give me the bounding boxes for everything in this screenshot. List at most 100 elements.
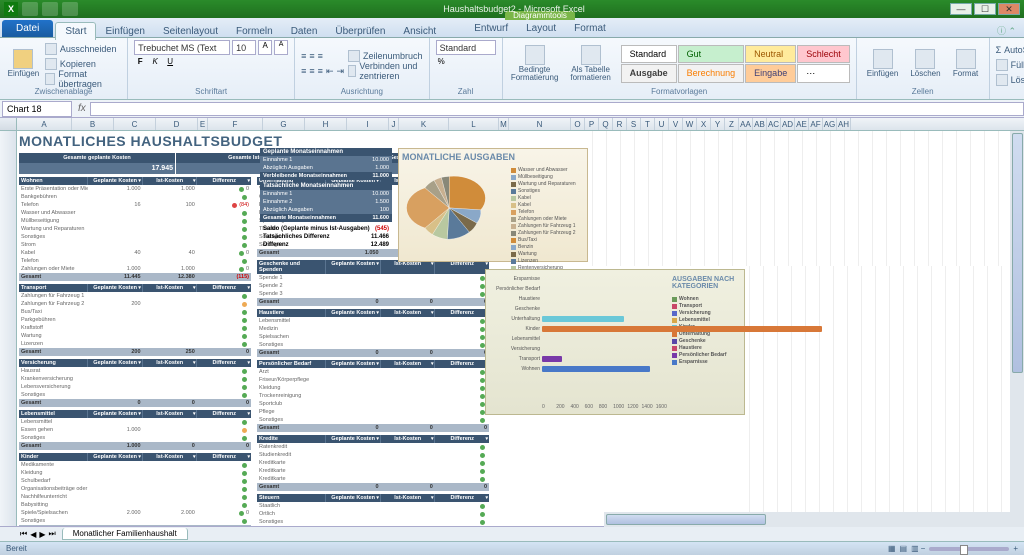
align-mid-icon[interactable]: ≡ (309, 51, 314, 61)
column-header[interactable]: H (305, 118, 347, 130)
view-normal-icon[interactable]: ▦ (888, 544, 896, 553)
table-row[interactable]: Spiele/Spielsachen2.0002.0000 (19, 509, 251, 517)
column-header[interactable]: A (17, 118, 72, 130)
table-row[interactable]: Krankenversicherung (19, 375, 251, 383)
dropdown-icon[interactable]: Differenz (434, 494, 489, 502)
table-row[interactable]: Sonstiges (257, 416, 489, 424)
table-row[interactable]: Medikamente (19, 461, 251, 469)
column-header[interactable]: B (72, 118, 114, 130)
style-neutral[interactable]: Neutral (745, 45, 796, 63)
column-header[interactable]: I (347, 118, 389, 130)
column-header[interactable]: AH (837, 118, 851, 130)
style-standard[interactable]: Standard (621, 45, 677, 63)
column-header[interactable]: C (114, 118, 156, 130)
select-all-corner[interactable] (0, 118, 17, 130)
underline-button[interactable]: U (164, 57, 176, 66)
font-name-select[interactable]: Trebuchet MS (Text (134, 40, 230, 55)
column-header[interactable]: AG (823, 118, 837, 130)
table-row[interactable]: Parkgebühren (19, 316, 251, 324)
dropdown-icon[interactable]: Geplante Kosten (325, 360, 380, 368)
table-row[interactable]: Sonstiges (19, 517, 251, 525)
align-bot-icon[interactable]: ≡ (318, 51, 323, 61)
view-layout-icon[interactable]: ▤ (900, 544, 908, 553)
delete-cells-button[interactable]: Löschen (906, 47, 944, 80)
table-row[interactable]: Sportclub (257, 400, 489, 408)
column-header[interactable]: E (198, 118, 208, 130)
table-row[interactable]: Sonstiges (257, 341, 489, 349)
dropdown-icon[interactable]: Geplante Kosten (87, 284, 142, 292)
table-row[interactable]: Spende 1 (257, 274, 489, 282)
align-center-icon[interactable]: ≡ (309, 66, 314, 76)
column-header[interactable]: Y (711, 118, 725, 130)
column-header[interactable]: J (389, 118, 399, 130)
paste-button[interactable]: Einfügen (6, 47, 41, 80)
table-row[interactable]: Arzt (257, 368, 489, 376)
column-header[interactable]: F (208, 118, 263, 130)
align-left-icon[interactable]: ≡ (301, 66, 306, 76)
dropdown-icon[interactable]: Geplante Kosten (87, 177, 142, 185)
column-header[interactable]: AD (781, 118, 795, 130)
table-row[interactable]: Medizin (257, 325, 489, 333)
column-header[interactable]: G (263, 118, 305, 130)
column-header[interactable]: L (449, 118, 499, 130)
table-row[interactable]: Friseur/Körperpflege (257, 376, 489, 384)
table-row[interactable]: Kleidung (19, 469, 251, 477)
italic-button[interactable]: K (149, 57, 161, 66)
merge-center-button[interactable]: Verbinden und zentrieren (348, 64, 423, 78)
table-row[interactable]: Sonstiges (19, 391, 251, 399)
dropdown-icon[interactable]: Differenz (196, 359, 251, 367)
dropdown-icon[interactable]: Differenz (434, 360, 489, 368)
dropdown-icon[interactable]: Geplante Kosten (325, 309, 380, 317)
table-row[interactable]: Nachhilfeunterricht (19, 493, 251, 501)
table-row[interactable]: Telefon (19, 257, 251, 265)
table-row[interactable]: Erste Präsentation oder Miete1.0001.0000 (19, 185, 251, 193)
table-row[interactable]: Sonstiges (19, 233, 251, 241)
grow-font-icon[interactable]: A (258, 40, 272, 55)
table-row[interactable]: Trockenreinigung (257, 392, 489, 400)
dropdown-icon[interactable]: Differenz (434, 260, 489, 274)
column-header[interactable]: K (399, 118, 449, 130)
style-more[interactable]: ⋯ (797, 64, 850, 83)
insert-cells-button[interactable]: Einfügen (863, 47, 903, 80)
column-header[interactable]: Q (599, 118, 613, 130)
table-row[interactable]: Zahlungen für Fahrzeug 1 (19, 292, 251, 300)
dropdown-icon[interactable]: Differenz (434, 309, 489, 317)
column-header[interactable]: X (697, 118, 711, 130)
context-tab-format[interactable]: Format (565, 20, 615, 37)
table-row[interactable]: Kreditkarte (257, 475, 489, 483)
close-button[interactable]: ✕ (998, 3, 1020, 15)
column-header[interactable]: AE (795, 118, 809, 130)
file-tab[interactable]: Datei (2, 20, 53, 37)
fill-button[interactable]: Füllbereich (996, 58, 1024, 72)
dropdown-icon[interactable]: Differenz (196, 177, 251, 185)
qat-save-icon[interactable] (22, 2, 38, 16)
column-header[interactable]: Z (725, 118, 739, 130)
bold-button[interactable]: F (134, 57, 146, 66)
table-row[interactable]: Spielsachen (257, 333, 489, 341)
column-header[interactable]: AA (739, 118, 753, 130)
column-header[interactable]: T (641, 118, 655, 130)
column-header[interactable]: M (499, 118, 509, 130)
table-row[interactable]: Bus/Taxi (19, 308, 251, 316)
indent-dec-icon[interactable]: ⇤ (326, 66, 334, 77)
pie-chart[interactable]: MONATLICHE AUSGABEN Wasser und AbwasserM… (398, 148, 588, 262)
table-row[interactable]: Müllbeseitigung (19, 217, 251, 225)
tab-nav-prev-icon[interactable]: ◀ (30, 530, 36, 539)
dropdown-icon[interactable]: Geplante Kosten (87, 410, 142, 418)
style-good[interactable]: Gut (678, 45, 745, 63)
format-as-table-button[interactable]: Als Tabelle formatieren (565, 43, 617, 84)
table-row[interactable]: Wartung und Reparaturen (19, 225, 251, 233)
style-output[interactable]: Ausgabe (621, 64, 677, 83)
format-painter-button[interactable]: Format übertragen (45, 72, 121, 86)
table-row[interactable]: Ratenkredit (257, 443, 489, 451)
table-row[interactable]: Sonstiges (257, 518, 489, 526)
dropdown-icon[interactable]: Ist-Kosten (380, 435, 435, 443)
number-format-select[interactable]: Standard (436, 40, 496, 55)
maximize-button[interactable]: ☐ (974, 3, 996, 15)
table-row[interactable]: Wartung (19, 332, 251, 340)
qat-redo-icon[interactable] (62, 2, 78, 16)
dropdown-icon[interactable]: Ist-Kosten (380, 260, 435, 274)
dropdown-icon[interactable]: Differenz (196, 284, 251, 292)
table-row[interactable]: Kreditkarte (257, 459, 489, 467)
cut-button[interactable]: Ausschneiden (45, 42, 121, 56)
